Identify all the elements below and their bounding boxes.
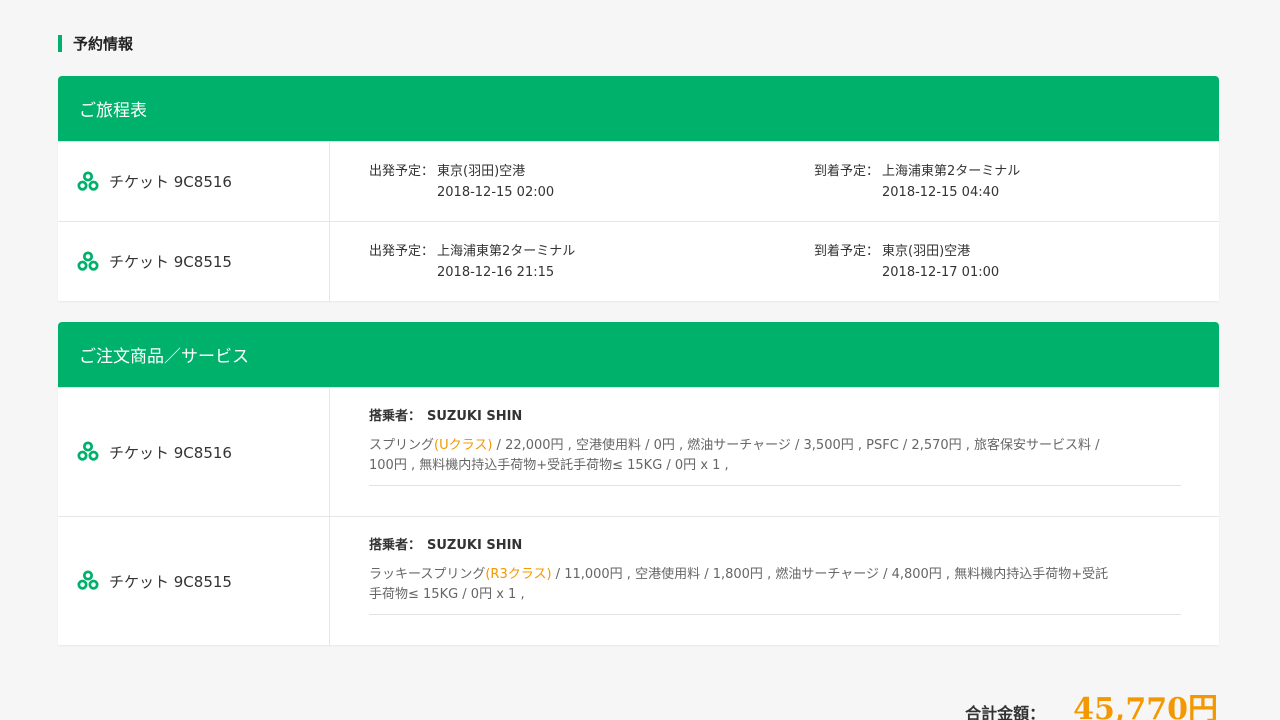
service-row: チケット 9C8515 搭乗者： SUZUKI SHIN ラッキースプリング(R3… <box>58 516 1219 645</box>
passenger-label: 搭乗者： <box>369 538 422 553</box>
fare-name: ラッキースプリング <box>369 567 486 582</box>
itinerary-row: チケット 9C8516 出発予定： 東京(羽田)空港 2018-12-15 02:… <box>58 141 1219 221</box>
detail-line-2: 100円 , 無料機内持込手荷物+受託手荷物≤ 15KG / 0円 x 1 , <box>369 458 729 473</box>
service-info: 搭乗者： SUZUKI SHIN スプリング(Uクラス) / 22,000円 , … <box>330 388 1219 516</box>
departure-info: 出発予定： 東京(羽田)空港 2018-12-15 02:00 <box>369 161 554 203</box>
ticket-cell: チケット 9C8515 <box>58 517 330 645</box>
ticket-cell: チケット 9C8516 <box>58 388 330 516</box>
departure-place: 上海浦東第2ターミナル <box>437 244 576 259</box>
service-detail: スプリング(Uクラス) / 22,000円 , 空港使用料 / 0円 , 燃油サ… <box>369 436 1181 476</box>
itinerary-header: ご旅程表 <box>58 76 1219 141</box>
detail-line-1: / 11,000円 , 空港使用料 / 1,800円 , 燃油サーチャージ / … <box>551 567 1109 582</box>
section-title-bar <box>58 35 62 52</box>
passenger-label: 搭乗者： <box>369 409 422 424</box>
spring-airlines-logo-icon <box>77 250 99 271</box>
arrival-label: 到着予定： <box>814 244 880 259</box>
departure-time: 2018-12-16 21:15 <box>437 265 555 280</box>
departure-label: 出発予定： <box>369 244 435 259</box>
detail-line-2: 手荷物≤ 15KG / 0円 x 1 , <box>369 587 525 602</box>
detail-line-1: / 22,000円 , 空港使用料 / 0円 , 燃油サーチャージ / 3,50… <box>492 438 1100 453</box>
arrival-time: 2018-12-15 04:40 <box>882 185 1000 200</box>
itinerary-row: チケット 9C8515 出発予定： 上海浦東第2ターミナル 2018-12-16 … <box>58 221 1219 301</box>
spring-airlines-logo-icon <box>77 441 99 461</box>
section-title-text: 予約情報 <box>73 35 134 53</box>
total-amount: 合計金額： 45,770円 <box>965 684 1218 720</box>
ticket-label: チケット 9C8516 <box>109 173 232 191</box>
service-info: 搭乗者： SUZUKI SHIN ラッキースプリング(R3クラス) / 11,00… <box>330 517 1219 645</box>
passenger-name: SUZUKI SHIN <box>427 409 523 424</box>
services-header: ご注文商品／サービス <box>58 322 1219 387</box>
ticket-label: チケット 9C8515 <box>109 572 232 591</box>
arrival-label: 到着予定： <box>814 164 880 179</box>
total-value: 45,770円 <box>1073 692 1218 720</box>
arrival-info: 到着予定： 上海浦東第2ターミナル 2018-12-15 04:40 <box>814 161 1020 203</box>
ticket-label: チケット 9C8515 <box>109 253 232 271</box>
services-panel: ご注文商品／サービス チケット 9C8516 搭乗者： SUZUKI SHIN ス… <box>58 322 1219 645</box>
ticket-label: チケット 9C8516 <box>109 443 232 462</box>
passenger: 搭乗者： SUZUKI SHIN <box>369 536 1181 556</box>
arrival-place: 上海浦東第2ターミナル <box>882 164 1021 179</box>
arrival-info: 到着予定： 東京(羽田)空港 2018-12-17 01:00 <box>814 241 999 283</box>
service-row: チケット 9C8516 搭乗者： SUZUKI SHIN スプリング(Uクラス) … <box>58 387 1219 516</box>
spring-airlines-logo-icon <box>77 570 99 590</box>
departure-info: 出発予定： 上海浦東第2ターミナル 2018-12-16 21:15 <box>369 241 575 283</box>
fare-class: (Uクラス) <box>434 438 493 453</box>
section-title: 予約情報 <box>58 33 133 54</box>
arrival-place: 東京(羽田)空港 <box>882 244 971 259</box>
departure-label: 出発予定： <box>369 164 435 179</box>
spring-airlines-logo-icon <box>77 170 99 191</box>
flight-info: 出発予定： 上海浦東第2ターミナル 2018-12-16 21:15 到着予定：東… <box>330 222 1219 301</box>
service-detail: ラッキースプリング(R3クラス) / 11,000円 , 空港使用料 / 1,8… <box>369 565 1181 605</box>
ticket-cell: チケット 9C8516 <box>58 142 330 221</box>
fare-class: (R3クラス) <box>485 567 552 582</box>
arrival-time: 2018-12-17 01:00 <box>882 265 1000 280</box>
passenger: 搭乗者： SUZUKI SHIN <box>369 407 1181 427</box>
itinerary-panel: ご旅程表 チケット 9C8516 出発予定： 東京(羽田)空港 2018-12-1… <box>58 76 1219 301</box>
fare-name: スプリング <box>369 438 435 453</box>
total-label: 合計金額： <box>965 704 1046 720</box>
departure-place: 東京(羽田)空港 <box>437 164 526 179</box>
passenger-name: SUZUKI SHIN <box>427 538 523 553</box>
departure-time: 2018-12-15 02:00 <box>437 185 555 200</box>
ticket-cell: チケット 9C8515 <box>58 222 330 301</box>
flight-info: 出発予定： 東京(羽田)空港 2018-12-15 02:00 到着予定： 上海浦東… <box>330 142 1219 221</box>
